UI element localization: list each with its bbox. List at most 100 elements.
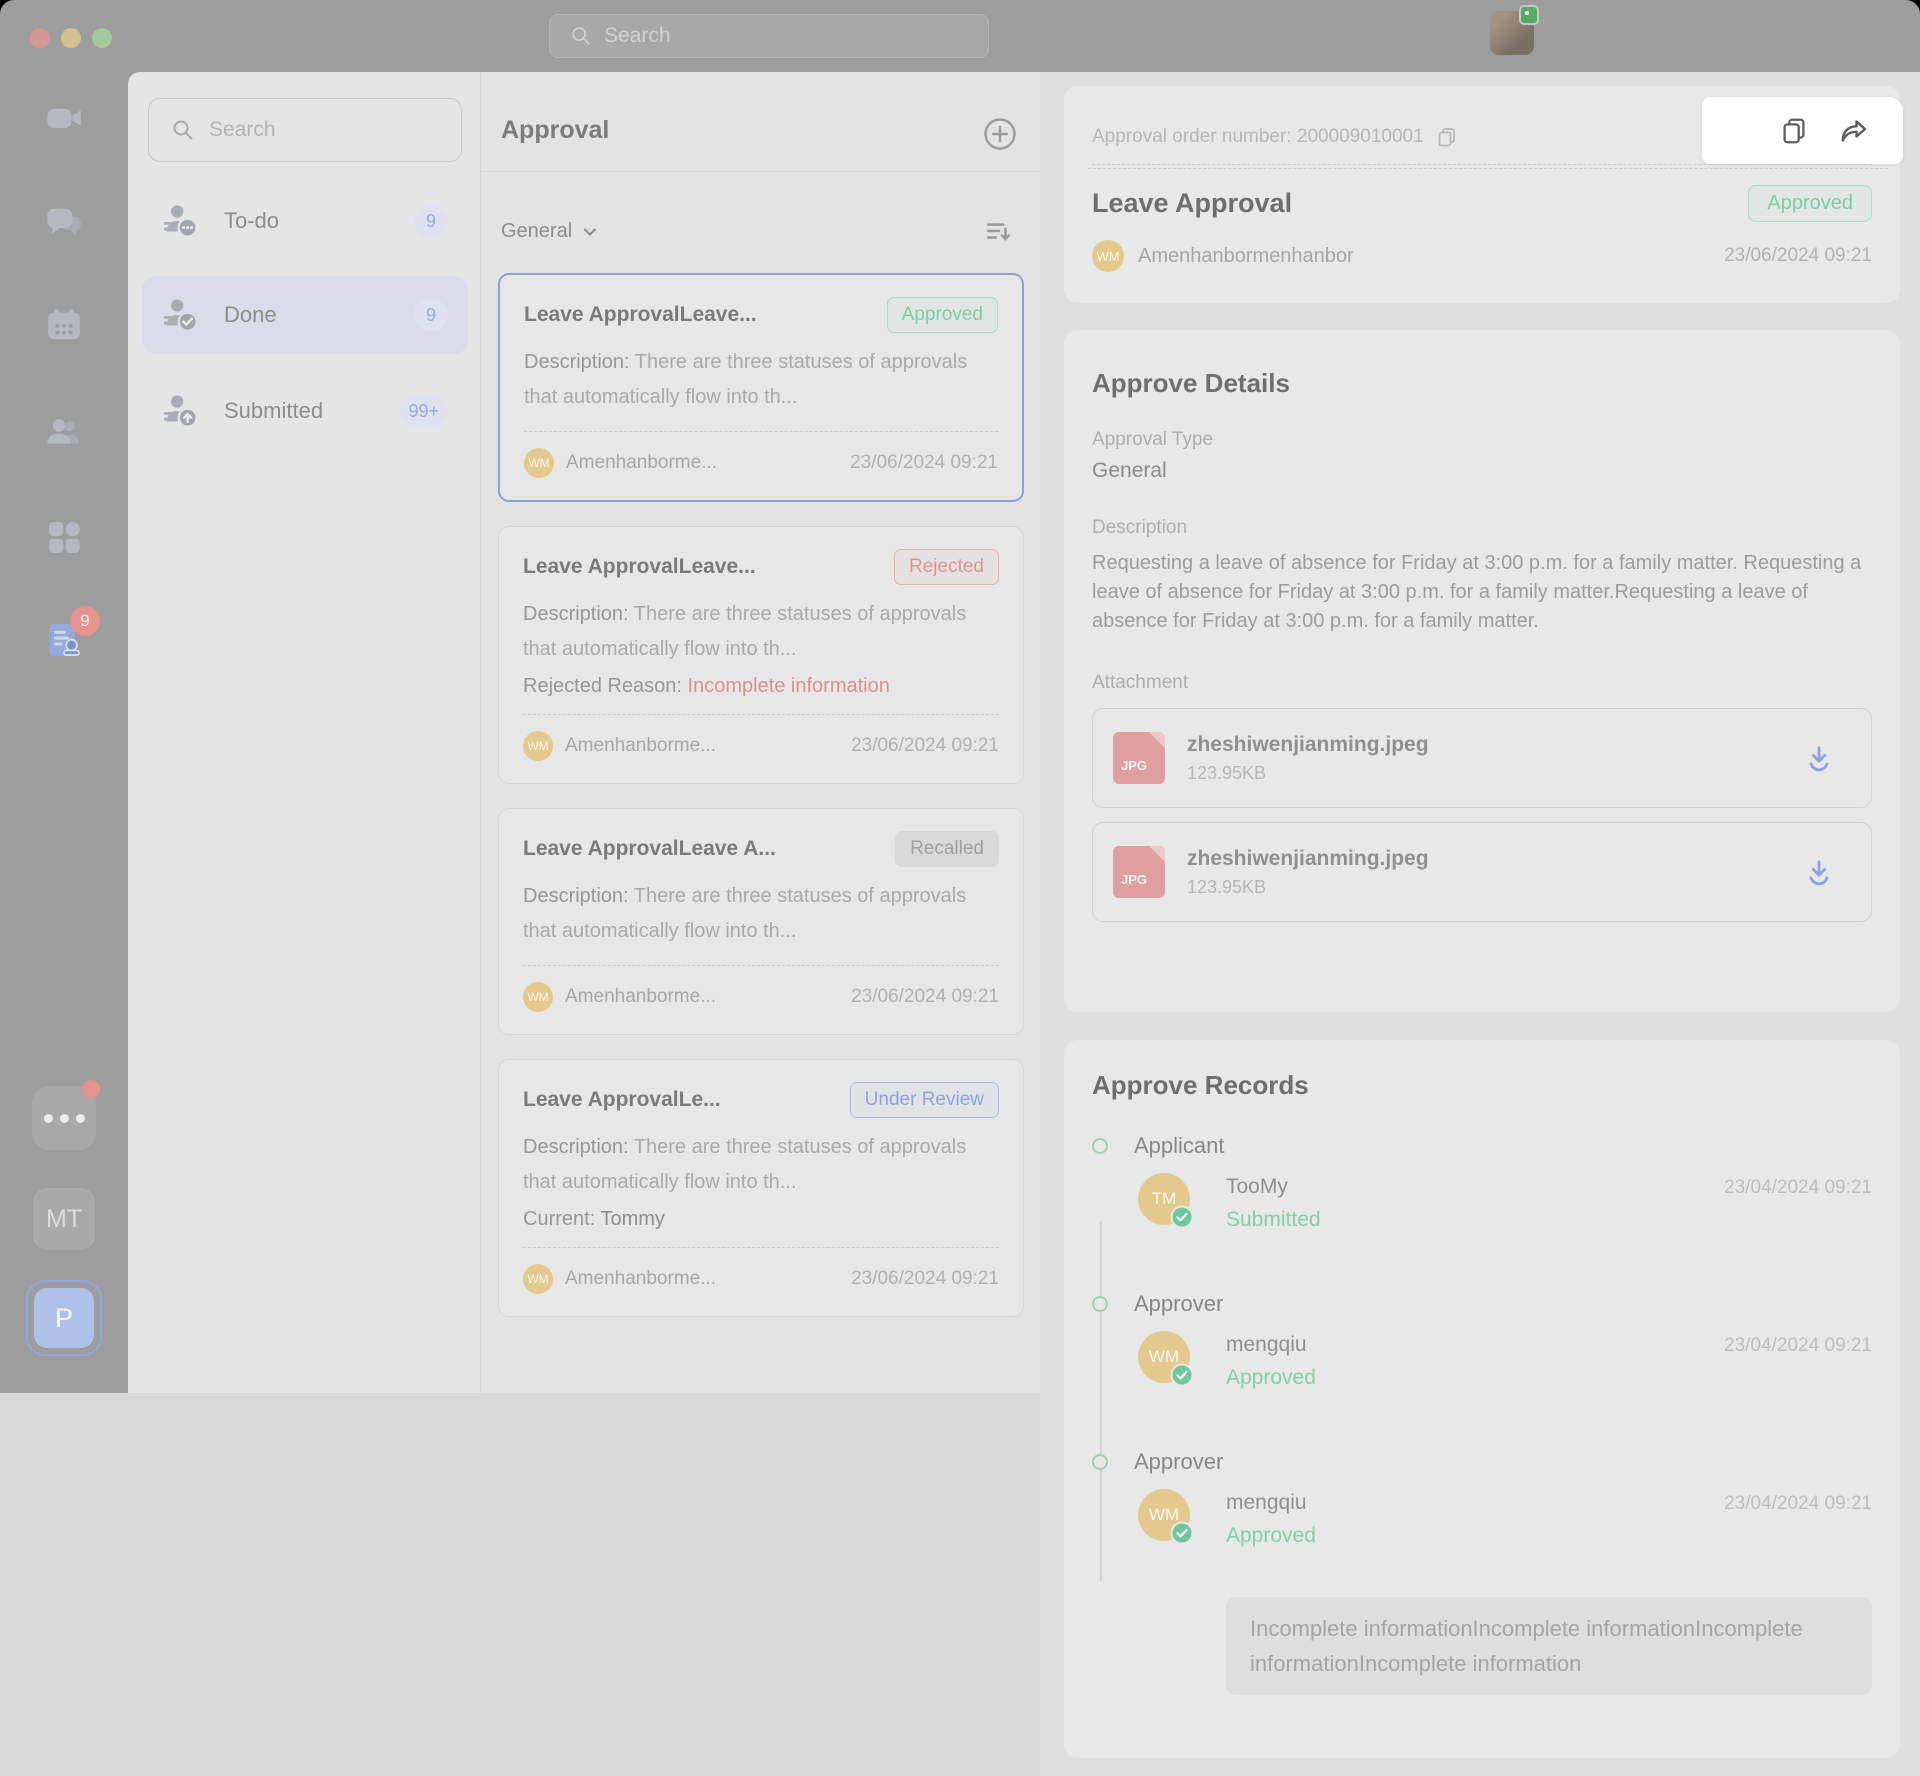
approve-records-heading: Approve Records [1092, 1070, 1309, 1100]
card-time: 23/06/2024 09:21 [851, 1268, 999, 1289]
create-approval-button[interactable] [982, 116, 1018, 152]
avatar: WM [523, 731, 553, 761]
card-time: 23/06/2024 09:21 [850, 452, 998, 473]
check-badge-icon [1170, 1363, 1194, 1387]
more-apps-button[interactable] [32, 1080, 100, 1150]
workspace-switcher-p-selected[interactable]: P [26, 1280, 102, 1356]
workspace-switcher-mt[interactable]: MT [33, 1188, 95, 1250]
sidebar-item-submitted[interactable]: Submitted 99+ [142, 378, 468, 444]
record-role: Approver [1134, 1291, 1224, 1316]
status-badge: Rejected [894, 549, 999, 585]
current-value: Tommy [600, 1208, 665, 1230]
minimize-window-button[interactable] [61, 28, 81, 48]
close-window-button[interactable] [30, 28, 50, 48]
record-entry: WM mengqiu Approved 23/04/2024 09:21 [1138, 1331, 1872, 1393]
download-button[interactable] [1803, 857, 1835, 889]
record-status: Approved [1226, 1524, 1316, 1547]
record-role-row: Approver [1092, 1449, 1872, 1475]
list-filter-row: General [481, 172, 1040, 264]
description-label: Description: [523, 603, 634, 625]
card-user: Amenhanborme... [566, 452, 718, 473]
card-title: Leave ApprovalLeave A... [523, 837, 776, 860]
attachment-row[interactable]: JPG zheshiwenjianming.jpeg 123.95KB [1092, 708, 1872, 808]
jpg-label: JPG [1121, 758, 1148, 773]
dot-icon [59, 1113, 69, 1123]
divider [523, 965, 999, 966]
jpg-label: JPG [1121, 872, 1148, 887]
sidebar-item-messenger[interactable] [44, 202, 84, 242]
check-badge-icon [1170, 1521, 1194, 1545]
card-title: Leave ApprovalLeave... [523, 555, 756, 578]
sort-list-icon [987, 223, 1011, 241]
app-window: Search 9 MT P Search To-do 9 Done 9 Subm… [0, 0, 1920, 1776]
record-role: Applicant [1134, 1133, 1225, 1158]
timeline-bullet-icon [1092, 1138, 1108, 1154]
attachment-row[interactable]: JPG zheshiwenjianming.jpeg 123.95KB [1092, 822, 1872, 922]
record-role: Approver [1134, 1449, 1224, 1474]
todo-label: To-do [224, 208, 280, 233]
forward-share-button[interactable] [1837, 114, 1871, 148]
download-button[interactable] [1803, 743, 1835, 775]
record-time: 23/04/2024 09:21 [1724, 1493, 1872, 1514]
list-header: Approval [481, 72, 1040, 172]
submitted-count-badge: 99+ [399, 395, 448, 427]
avatar: WM [524, 448, 554, 478]
approval-card[interactable]: Leave ApprovalLeave A... Recalled Descri… [498, 808, 1024, 1035]
card-time: 23/06/2024 09:21 [851, 986, 999, 1007]
sidebar-item-workplace[interactable] [44, 517, 84, 557]
record-comment: Incomplete informationIncomplete informa… [1226, 1597, 1872, 1695]
approval-card[interactable]: Leave ApprovalLeave... Rejected Descript… [498, 526, 1024, 784]
sidebar-item-done[interactable]: Done 9 [142, 276, 468, 354]
todo-count-badge: 9 [414, 205, 448, 237]
current-label: Current: [523, 1208, 601, 1230]
sort-button[interactable] [984, 216, 1014, 246]
copy-icon[interactable] [1436, 126, 1458, 148]
avatar: WM [523, 982, 553, 1012]
search-icon [173, 120, 193, 140]
download-icon [1809, 746, 1829, 772]
record-status: Approved [1226, 1366, 1316, 1389]
dot-icon [43, 1113, 53, 1123]
share-forward-icon [1841, 119, 1867, 142]
attachment-label: Attachment [1092, 672, 1189, 693]
divider [523, 714, 999, 715]
chevron-down-icon [584, 227, 597, 236]
done-label: Done [224, 302, 277, 327]
chat-bubbles-icon [47, 208, 81, 236]
submitted-label: Submitted [224, 398, 324, 423]
divider [523, 1247, 999, 1248]
card-description: Description: There are three statuses of… [523, 597, 999, 667]
detail-author: Amenhanbormenhanbor [1138, 244, 1354, 267]
sidebar-item-video[interactable] [44, 98, 84, 138]
status-badge: Approved [886, 297, 998, 333]
approval-card[interactable]: Leave ApprovalLe... Under Review Descrip… [498, 1059, 1024, 1317]
approve-records-card: Approve Records Applicant TM TooMy Submi… [1064, 1040, 1900, 1758]
description-label: Description [1092, 517, 1188, 538]
user-avatar[interactable] [1490, 5, 1539, 55]
timeline-line [1100, 1221, 1102, 1581]
card-title: Leave ApprovalLeave... [524, 303, 757, 326]
sidebar-item-todo[interactable]: To-do 9 [142, 188, 468, 254]
copy-icon [1783, 118, 1805, 143]
global-search-input[interactable]: Search [549, 14, 989, 58]
approval-list-panel: Approval General Leave ApprovalLeave... … [480, 72, 1040, 1393]
sidebar-item-calendar[interactable] [44, 305, 84, 345]
approval-card[interactable]: Leave ApprovalLeave... Approved Descript… [498, 273, 1024, 502]
divider [524, 431, 998, 432]
attachment-size: 123.95KB [1187, 762, 1267, 783]
approval-search-input[interactable]: Search [148, 98, 462, 162]
record-time: 23/04/2024 09:21 [1724, 1177, 1872, 1198]
filter-dropdown[interactable]: General [501, 220, 600, 243]
divider [1092, 164, 1872, 165]
maximize-window-button[interactable] [92, 28, 112, 48]
todo-person-icon [163, 205, 198, 238]
sidebar-item-contacts[interactable] [44, 412, 84, 452]
header-dashed-divider [1088, 168, 1888, 169]
detail-time: 23/06/2024 09:21 [1724, 245, 1872, 266]
timeline-bullet-icon [1092, 1296, 1108, 1312]
rejected-reason-value: Incomplete information [687, 675, 890, 697]
description-label: Description: [523, 1136, 634, 1158]
record-entry: WM mengqiu Approved 23/04/2024 09:21 [1138, 1489, 1872, 1551]
copy-document-button[interactable] [1777, 114, 1811, 148]
status-badge: Recalled [895, 831, 999, 867]
